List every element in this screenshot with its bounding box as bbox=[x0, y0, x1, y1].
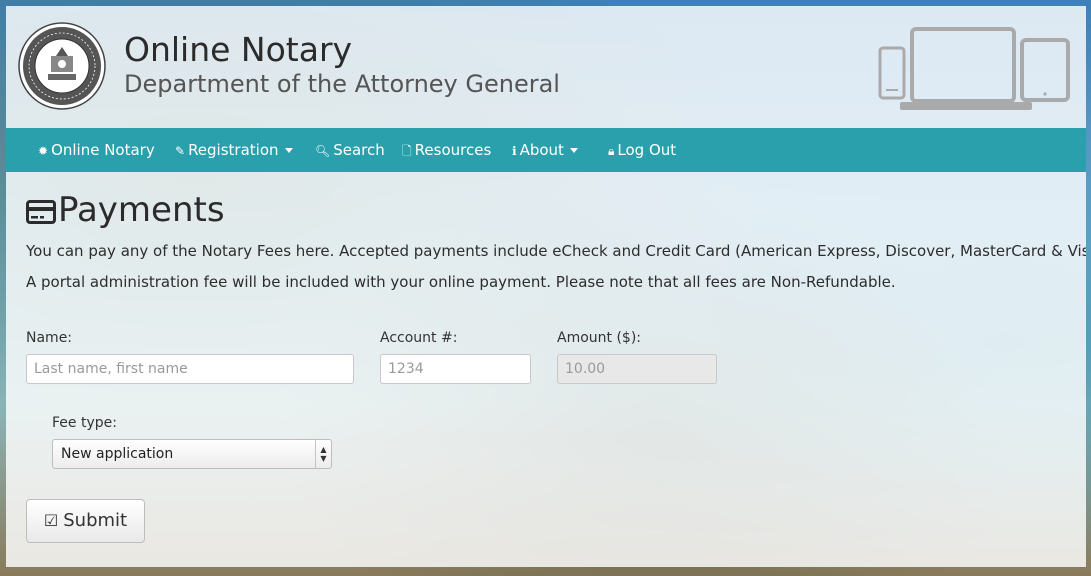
check-square-icon: ☑ bbox=[43, 511, 59, 530]
gear-icon: ✹ bbox=[38, 144, 49, 158]
intro-admin-fee: A portal administration fee will be incl… bbox=[26, 273, 896, 291]
account-input[interactable] bbox=[380, 354, 531, 384]
nav-resources[interactable]: 🗋 Resources bbox=[402, 128, 491, 172]
nav-online-notary[interactable]: ✹ Online Notary bbox=[38, 128, 155, 172]
amount-label: Amount ($): bbox=[557, 330, 642, 346]
info-icon: ℹ bbox=[512, 144, 517, 158]
select-arrows-icon: ▲ ▼ bbox=[315, 440, 331, 468]
devices-icon bbox=[878, 27, 1070, 110]
fee-type-select[interactable]: New application ▲ ▼ bbox=[52, 439, 332, 469]
nav-log-out[interactable]: 🔒︎ Log Out bbox=[608, 128, 676, 172]
intro-payment-methods: You can pay any of the Notary Fees here.… bbox=[26, 242, 1086, 260]
page-title: Payments bbox=[26, 190, 225, 230]
caret-down-icon bbox=[569, 148, 578, 153]
site-subtitle: Department of the Attorney General bbox=[124, 70, 560, 98]
nav-registration-label: Registration bbox=[188, 141, 279, 159]
edit-icon: ✎ bbox=[175, 144, 186, 158]
fee-type-selected-value: New application bbox=[61, 446, 174, 462]
submit-button-label: Submit bbox=[63, 510, 128, 531]
main-panel: Online Notary Department of the Attorney… bbox=[6, 6, 1086, 567]
caret-down-icon bbox=[284, 148, 293, 153]
site-header: Online Notary Department of the Attorney… bbox=[6, 6, 1086, 128]
submit-button[interactable]: ☑ Submit bbox=[26, 499, 145, 543]
nav-log-out-label: Log Out bbox=[617, 141, 677, 159]
account-label: Account #: bbox=[380, 330, 458, 346]
lock-icon: 🔒︎ bbox=[608, 144, 615, 158]
fee-type-label: Fee type: bbox=[52, 415, 117, 431]
nav-search[interactable]: 🔍︎ Search bbox=[315, 128, 385, 172]
file-icon: 🗋 bbox=[402, 144, 412, 158]
credit-card-icon bbox=[26, 200, 56, 224]
page-title-text: Payments bbox=[58, 190, 225, 230]
nav-online-notary-label: Online Notary bbox=[51, 141, 155, 159]
attorney-general-seal-logo bbox=[18, 22, 106, 110]
name-input[interactable] bbox=[26, 354, 354, 384]
nav-search-label: Search bbox=[333, 141, 385, 159]
name-label: Name: bbox=[26, 330, 73, 346]
nav-resources-label: Resources bbox=[414, 141, 492, 159]
site-title: Online Notary bbox=[124, 30, 353, 69]
amount-input bbox=[557, 354, 717, 384]
nav-registration[interactable]: ✎ Registration bbox=[175, 128, 293, 172]
search-icon: 🔍︎ bbox=[315, 144, 331, 158]
nav-about[interactable]: ℹ About bbox=[512, 128, 578, 172]
main-navbar: ✹ Online Notary ✎ Registration 🔍︎ Search 🗋 R… bbox=[6, 128, 1086, 172]
nav-about-label: About bbox=[519, 141, 564, 159]
